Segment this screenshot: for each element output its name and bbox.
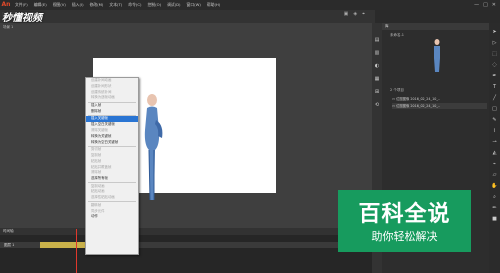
library-item[interactable]: ▭ 位图图像 2016_02_24_10_.. xyxy=(392,103,487,109)
rectangle-icon[interactable]: □ xyxy=(492,106,497,112)
context-menu-item[interactable]: 转换为空白关键帧 xyxy=(86,140,138,146)
watermark-title: 百科全说 xyxy=(358,202,451,227)
layer-frames[interactable] xyxy=(40,242,90,248)
subselection-icon[interactable]: ▷ xyxy=(493,40,497,46)
menu-item[interactable]: 调试(D) xyxy=(164,0,183,10)
paint-bucket-icon[interactable]: ◭ xyxy=(493,150,497,156)
line-icon[interactable]: ╱ xyxy=(493,95,496,101)
menu-item[interactable]: 窗口(W) xyxy=(184,0,204,10)
maximize-icon[interactable]: □ xyxy=(483,2,488,8)
selection-icon[interactable]: ➤ xyxy=(492,29,496,35)
watermark-logo: 秒懂视频 xyxy=(2,13,42,24)
menu-items: 文件(F) 编辑(E) 视图(V) 插入(I) 修改(M) 文本(T) 命令(C) 控制(O)… xyxy=(12,0,223,10)
library-header[interactable]: 库 xyxy=(382,23,489,30)
menu-item[interactable]: 插入(I) xyxy=(69,0,87,10)
scene-icon[interactable]: ▣ xyxy=(344,11,349,17)
library-item[interactable]: ▭ 位图图像 2016_02_24_10_.. xyxy=(392,96,487,102)
stroke-color-icon[interactable]: ✏ xyxy=(492,205,496,211)
transform-icon[interactable]: ⟲ xyxy=(375,102,379,108)
library-icon[interactable]: ▥ xyxy=(375,50,380,56)
fill-color-icon[interactable]: ■ xyxy=(492,216,497,222)
symbol-icon[interactable]: ◈ xyxy=(353,11,357,17)
eyedropper-icon[interactable]: ⌁ xyxy=(493,161,496,167)
edit-bar-icons: ▣ ◈ ⌖ xyxy=(344,11,365,17)
brush-icon[interactable]: ⌇ xyxy=(493,128,495,134)
scene-label: 场景 1 xyxy=(3,25,14,29)
context-menu: 创建补间动画 创建补间形状 创建传统补间 转换为逐帧动画 插入帧 删除帧 插入关键帧 插入空白… xyxy=(85,77,139,255)
eraser-icon[interactable]: ▱ xyxy=(493,172,497,178)
menu-item[interactable]: 修改(M) xyxy=(87,0,107,10)
menu-item[interactable]: 文本(T) xyxy=(106,0,125,10)
properties-icon[interactable]: ▤ xyxy=(375,37,380,43)
timeline-header[interactable]: 时间轴 xyxy=(0,228,372,235)
watermark-subtitle: 助你轻松解决 xyxy=(371,230,438,243)
menu-item[interactable]: 命令(C) xyxy=(125,0,144,10)
hand-icon[interactable]: ✋ xyxy=(491,183,497,189)
context-menu-item[interactable]: 删除帧 xyxy=(86,109,138,115)
lasso-icon[interactable]: ◌ xyxy=(492,62,496,68)
color-icon[interactable]: ◐ xyxy=(375,63,379,69)
text-icon[interactable]: T xyxy=(493,84,496,90)
library-item-count: 2 个项目 xyxy=(390,88,404,92)
playhead[interactable] xyxy=(76,229,77,273)
minimize-icon[interactable]: — xyxy=(474,2,479,8)
menu-bar: An 文件(F) 编辑(E) 视图(V) 插入(I) 修改(M) 文本(T) 命令(C) 控制… xyxy=(0,0,500,10)
pencil-icon[interactable]: ✎ xyxy=(492,117,496,123)
bitmap-figure[interactable] xyxy=(140,90,166,202)
align-icon[interactable]: ⊞ xyxy=(375,89,379,95)
menu-item[interactable]: 控制(O) xyxy=(145,0,165,10)
tools-panel: ➤ ▷ ⬚ ◌ ✒ T ╱ □ ✎ ⌇ ⊸ ◭ ⌁ ▱ ✋ ⌕ ✏ ■ xyxy=(489,23,500,273)
context-menu-item[interactable]: 选择所有帧 xyxy=(86,176,138,182)
swatches-icon[interactable]: ▦ xyxy=(375,76,380,82)
bone-icon[interactable]: ⊸ xyxy=(492,139,496,145)
pen-icon[interactable]: ✒ xyxy=(492,73,496,79)
context-menu-item[interactable]: 动作 xyxy=(86,214,138,220)
document-tab-bar xyxy=(0,10,375,23)
menu-item[interactable]: 帮助(H) xyxy=(204,0,223,10)
free-transform-icon[interactable]: ⬚ xyxy=(492,51,497,57)
zoom-icon[interactable]: ⌕ xyxy=(493,194,496,200)
window-controls: — □ ✕ xyxy=(474,0,496,10)
layer-name[interactable]: 图层 1 xyxy=(4,242,14,248)
context-menu-item: 选择性粘贴动画 xyxy=(91,195,115,200)
close-icon[interactable]: ✕ xyxy=(492,2,496,8)
library-preview xyxy=(434,39,440,72)
library-document[interactable]: 未命名-1 xyxy=(390,33,404,38)
context-menu-item: 转换为逐帧动画 xyxy=(91,95,115,100)
center-stage-icon[interactable]: ⌖ xyxy=(362,11,365,17)
menu-item[interactable]: 视图(V) xyxy=(50,0,69,10)
